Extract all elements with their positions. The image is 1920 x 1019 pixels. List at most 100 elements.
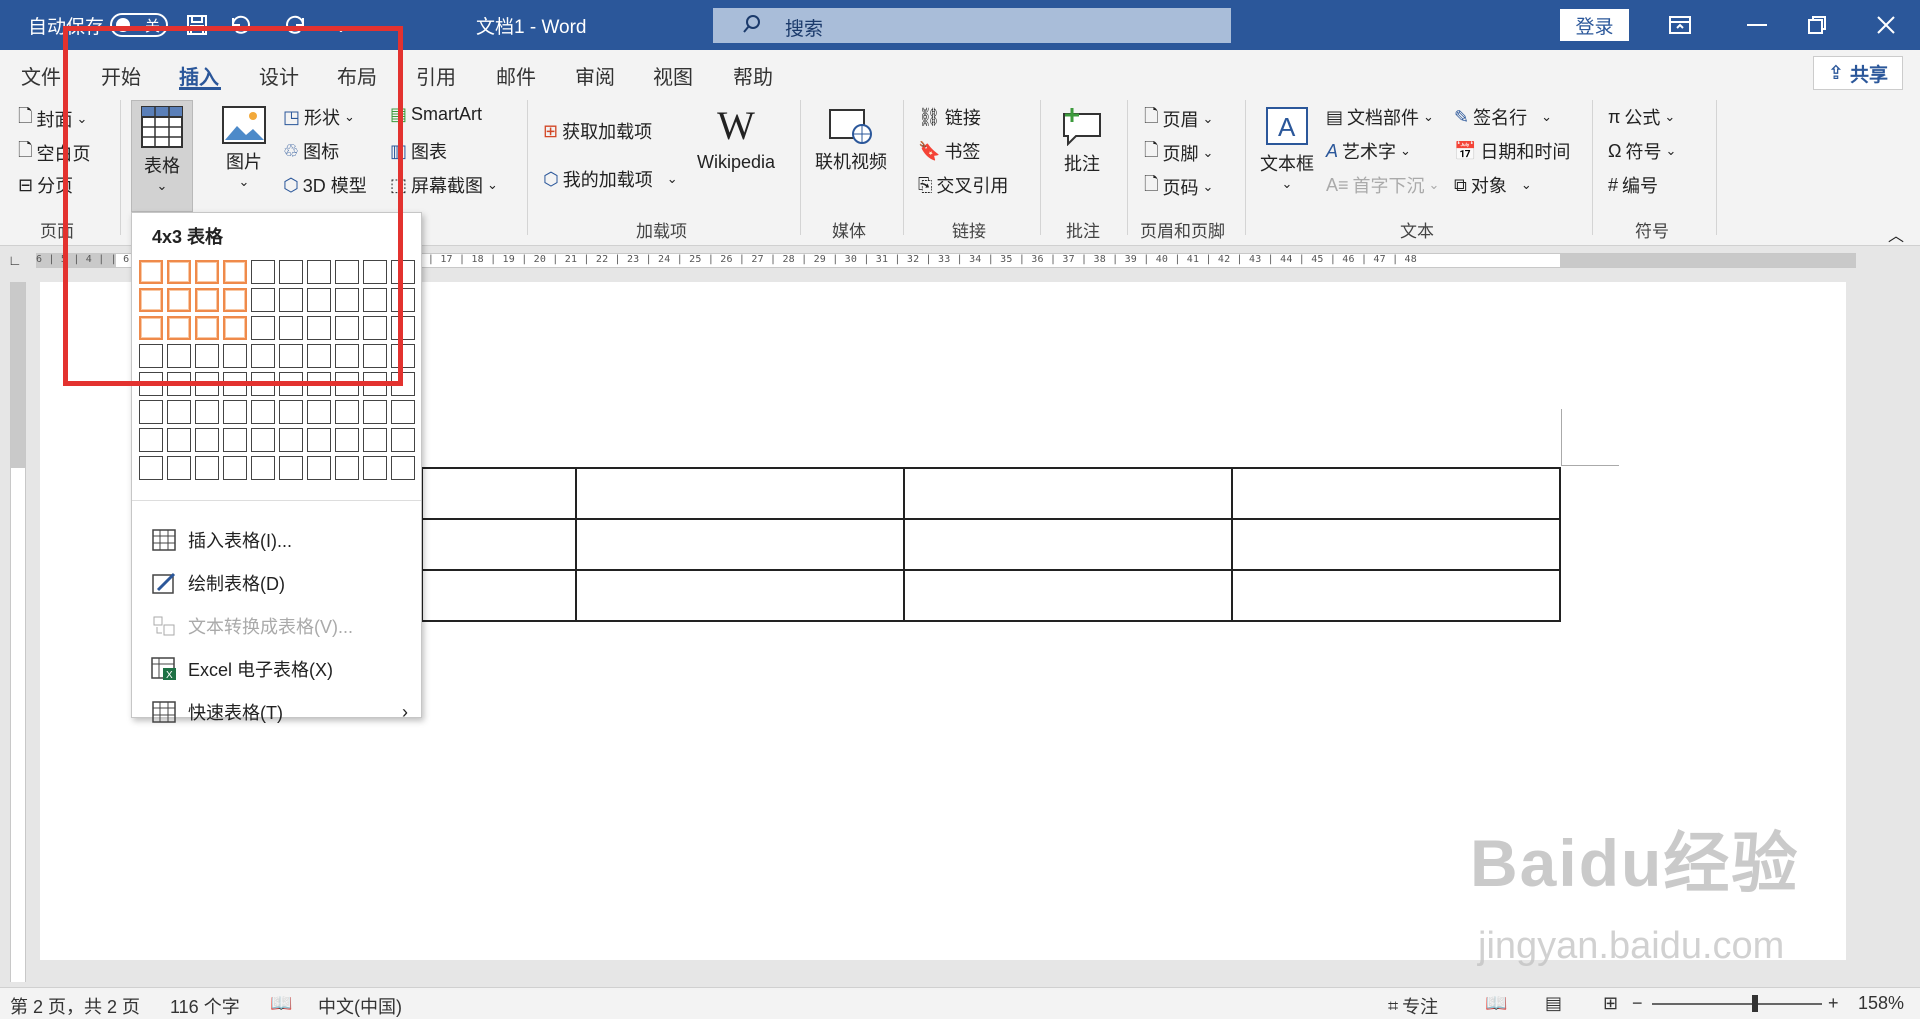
- link-button[interactable]: ⛓ 链接: [918, 104, 981, 130]
- document-table[interactable]: [421, 467, 1561, 622]
- tab-file[interactable]: 文件: [21, 61, 61, 90]
- excel-spreadsheet-menu-item[interactable]: X Excel 电子表格(X): [150, 651, 420, 687]
- zoom-in-icon[interactable]: +: [1828, 993, 1839, 1014]
- table-grid-cell[interactable]: [335, 400, 359, 424]
- table-grid-cell[interactable]: [223, 456, 247, 480]
- word-count[interactable]: 116 个字: [170, 993, 240, 1019]
- header-button[interactable]: 🗋 页眉 ⌄: [1144, 104, 1213, 134]
- table-cell[interactable]: [575, 518, 905, 571]
- table-grid-cell[interactable]: [223, 428, 247, 452]
- table-grid-cell[interactable]: [363, 400, 387, 424]
- table-grid-cell[interactable]: [195, 456, 219, 480]
- comment-button[interactable]: 批注: [1060, 106, 1104, 176]
- equation-button[interactable]: π 公式 ⌄: [1608, 104, 1675, 130]
- share-button[interactable]: ⇪ 共享: [1813, 56, 1903, 90]
- table-grid-cell[interactable]: [279, 428, 303, 452]
- proofing-icon[interactable]: 📖: [270, 993, 292, 1014]
- quick-parts-button[interactable]: ▤ 文档部件 ⌄: [1326, 104, 1434, 130]
- wordart-button[interactable]: A 艺术字 ⌄: [1326, 138, 1411, 164]
- tab-view[interactable]: 视图: [653, 61, 693, 90]
- print-layout-icon[interactable]: ▤: [1545, 993, 1562, 1014]
- table-grid-cell[interactable]: [279, 456, 303, 480]
- table-cell[interactable]: [575, 467, 905, 520]
- footer-button[interactable]: 🗋 页脚 ⌄: [1144, 138, 1213, 168]
- table-grid-cell[interactable]: [279, 400, 303, 424]
- tab-selector-icon[interactable]: ∟: [8, 252, 26, 270]
- table-cell[interactable]: [1231, 518, 1561, 571]
- vertical-ruler[interactable]: [10, 282, 26, 982]
- login-button[interactable]: 登录: [1560, 9, 1629, 41]
- table-grid-cell[interactable]: [167, 400, 191, 424]
- table-cell[interactable]: [421, 569, 577, 622]
- wikipedia-button[interactable]: W Wikipedia: [697, 104, 775, 173]
- table-grid-cell[interactable]: [391, 456, 415, 480]
- table-cell[interactable]: [421, 518, 577, 571]
- textbox-button[interactable]: A 文本框 ⌄: [1260, 106, 1314, 192]
- table-grid-cell[interactable]: [139, 400, 163, 424]
- focus-mode-button[interactable]: ⌗ 专注: [1388, 993, 1438, 1019]
- screenshot-button[interactable]: ⬚ 屏幕截图 ⌄: [390, 172, 498, 198]
- table-cell[interactable]: [1231, 467, 1561, 520]
- tab-help[interactable]: 帮助: [733, 61, 773, 90]
- table-grid-cell[interactable]: [167, 456, 191, 480]
- table-grid-cell[interactable]: [307, 456, 331, 480]
- table-grid-cell[interactable]: [307, 400, 331, 424]
- zoom-slider-thumb[interactable]: [1752, 995, 1758, 1012]
- bookmark-button[interactable]: 🔖 书签: [918, 138, 980, 164]
- table-grid-cell[interactable]: [391, 428, 415, 452]
- online-video-button[interactable]: 联机视频: [815, 106, 887, 174]
- table-grid-cell[interactable]: [251, 428, 275, 452]
- object-button[interactable]: ⧉ 对象 ⌄: [1454, 172, 1532, 198]
- table-grid-cell[interactable]: [363, 456, 387, 480]
- my-addins-button[interactable]: ⬡ 我的加载项 ⌄: [543, 166, 678, 192]
- table-cell[interactable]: [575, 569, 905, 622]
- collapse-ribbon-icon[interactable]: ︿: [1888, 222, 1904, 246]
- draw-table-menu-item[interactable]: 绘制表格(D): [150, 565, 420, 601]
- signature-line-button[interactable]: ✎ 签名行 ⌄: [1454, 104, 1552, 130]
- quick-tables-menu-item[interactable]: 快速表格(T) ›: [150, 694, 420, 730]
- table-grid-cell[interactable]: [195, 428, 219, 452]
- table-grid-cell[interactable]: [335, 456, 359, 480]
- date-time-button[interactable]: 📅 日期和时间: [1454, 138, 1570, 164]
- table-grid-cell[interactable]: [195, 400, 219, 424]
- page-number-button[interactable]: 🗋 页码 ⌄: [1144, 172, 1213, 202]
- table-cell[interactable]: [903, 569, 1233, 622]
- ribbon-display-options-icon[interactable]: [1660, 9, 1700, 41]
- table-grid-cell[interactable]: [167, 428, 191, 452]
- minimize-icon[interactable]: [1737, 9, 1777, 41]
- read-mode-icon[interactable]: 📖: [1485, 993, 1507, 1014]
- table-grid-cell[interactable]: [223, 400, 247, 424]
- get-addins-button[interactable]: ⊞ 获取加载项: [543, 118, 652, 144]
- close-icon[interactable]: [1866, 9, 1906, 41]
- numbering-button[interactable]: # 编号: [1608, 172, 1658, 198]
- tab-references[interactable]: 引用: [416, 61, 456, 90]
- zoom-slider-track[interactable]: [1652, 1003, 1822, 1005]
- table-cell[interactable]: [1231, 569, 1561, 622]
- table-cell[interactable]: [903, 518, 1233, 571]
- search-box[interactable]: 搜索: [713, 8, 1231, 43]
- table-grid-cell[interactable]: [391, 400, 415, 424]
- tab-mailings[interactable]: 邮件: [496, 61, 536, 90]
- web-layout-icon[interactable]: ⊞: [1603, 993, 1618, 1014]
- table-grid-cell[interactable]: [363, 428, 387, 452]
- tab-review[interactable]: 审阅: [575, 61, 615, 90]
- table-grid-cell[interactable]: [139, 456, 163, 480]
- zoom-level[interactable]: 158%: [1858, 993, 1904, 1014]
- symbol-button[interactable]: Ω 符号 ⌄: [1608, 138, 1676, 164]
- page-count[interactable]: 第 2 页，共 2 页: [10, 993, 140, 1019]
- table-grid-cell[interactable]: [251, 456, 275, 480]
- insert-table-menu-item[interactable]: 插入表格(I)...: [150, 522, 420, 558]
- cross-reference-button[interactable]: ⎘ 交叉引用: [918, 172, 1008, 198]
- table-grid-cell[interactable]: [335, 428, 359, 452]
- table-grid-cell[interactable]: [139, 428, 163, 452]
- zoom-out-icon[interactable]: −: [1632, 993, 1643, 1014]
- language-indicator[interactable]: 中文(中国): [318, 993, 402, 1019]
- table-grid-cell[interactable]: [307, 428, 331, 452]
- restore-icon[interactable]: [1797, 9, 1837, 41]
- drop-cap-button[interactable]: A≡ 首字下沉 ⌄: [1326, 172, 1439, 198]
- table-cell[interactable]: [903, 467, 1233, 520]
- vertical-scrollbar[interactable]: [1888, 282, 1902, 960]
- table-grid-cell[interactable]: [251, 400, 275, 424]
- table-cell[interactable]: [421, 467, 577, 520]
- smartart-button[interactable]: ▤ SmartArt: [390, 104, 482, 125]
